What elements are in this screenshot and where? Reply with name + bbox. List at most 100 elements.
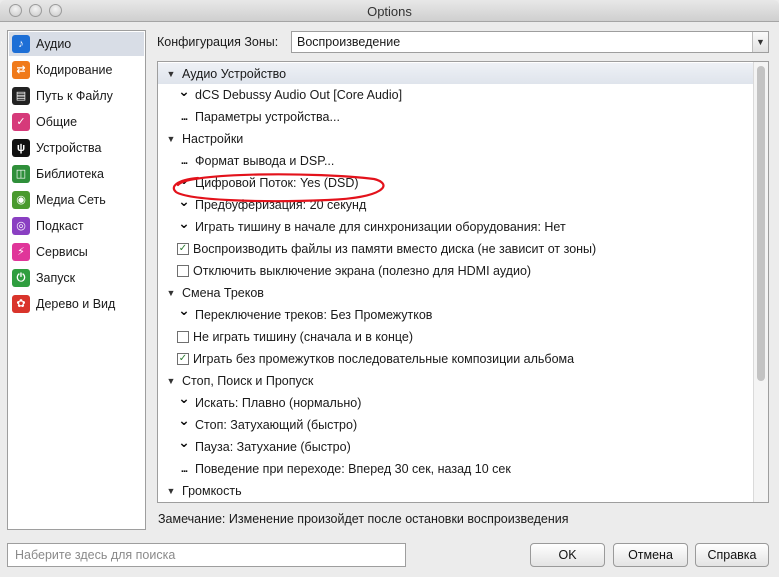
sidebar-item-label: Медиа Сеть (36, 193, 106, 207)
settings-row-label: Аудио Устройство (182, 66, 287, 81)
settings-row[interactable]: ⌄ Переключение треков: Без Промежутков (177, 302, 433, 325)
library-icon: ◫ (12, 165, 30, 183)
file-path-icon: ▤ (12, 87, 30, 105)
sidebar-item[interactable]: ✓ Общие (9, 110, 144, 134)
zone-config-value: Воспроизведение (297, 35, 401, 49)
collapse-caret-icon: ▼ (166, 485, 176, 496)
collapse-caret-icon: ▼ (166, 134, 176, 145)
tree-view-icon: ✿ (12, 295, 30, 313)
usb-icon: ψ (12, 139, 30, 157)
sidebar-item-label: Запуск (36, 271, 76, 285)
settings-panel: ▼ Аудио Устройство ⌄ dCS Debussy Audio Out … (157, 61, 769, 503)
settings-row-label: Воспроизводить файлы из памяти вместо ди… (193, 242, 597, 257)
settings-row-label: Настройки (182, 132, 244, 147)
settings-row[interactable]: Не играть тишину (сначала и в конце) (177, 326, 413, 347)
settings-row[interactable]: ⌄ dCS Debussy Audio Out [Core Audio] (177, 82, 403, 106)
sidebar-item[interactable]: ♪ Аудио (9, 32, 144, 56)
settings-row[interactable]: ⌄ Стоп: Затухающий (быстро) (177, 412, 358, 435)
settings-row-label: Отключить выключение экрана (полезно для… (193, 264, 532, 279)
cancel-button[interactable]: Отмена (613, 543, 688, 567)
convert-arrows-icon: ⇄ (12, 61, 30, 79)
settings-row[interactable]: ... Параметры устройства... (177, 107, 340, 128)
sidebar-item-label: Сервисы (36, 245, 88, 259)
settings-row-label: Громкость (182, 483, 242, 498)
sidebar: ♪ Аудио ⇄ Кодирование ▤ Путь к Файлу ✓ Общие ψ Ус… (7, 30, 146, 530)
settings-row[interactable]: ... Формат вывода и DSP... (177, 151, 334, 172)
checkbox-icon: ✓ (12, 113, 30, 131)
vertical-scrollbar[interactable] (753, 62, 768, 502)
ok-button[interactable]: OK (530, 543, 605, 567)
settings-row-label: Играть тишину в начале для синхронизации… (195, 220, 566, 235)
settings-row[interactable]: Отключить выключение экрана (полезно для… (177, 261, 531, 282)
sidebar-item-label: Кодирование (36, 63, 113, 77)
power-icon: ⏻ (12, 269, 30, 287)
settings-row-label: Смена Треков (182, 286, 264, 300)
settings-row-label: Параметры устройства... (195, 110, 340, 125)
chevron-down-icon[interactable]: ▼ (752, 32, 768, 52)
ellipsis-icon: ... (180, 462, 188, 475)
chevron-down-icon: ⌄ (178, 214, 190, 231)
ellipsis-icon: ... (180, 111, 188, 124)
collapse-caret-icon: ▼ (166, 68, 176, 79)
sidebar-item[interactable]: ψ Устройства (9, 136, 144, 160)
sidebar-item[interactable]: ⏻ Запуск (9, 266, 144, 290)
settings-row[interactable]: ✓ Играть без промежутков последовательные… (177, 348, 574, 369)
settings-row[interactable]: ... Поведение при переходе: Вперед 30 сек… (177, 458, 511, 479)
settings-row-label: Пауза: Затухание (быстро) (195, 439, 351, 454)
sidebar-item[interactable]: ◫ Библиотека (9, 162, 144, 186)
podcast-icon: ◎ (12, 217, 30, 235)
settings-section-header[interactable]: ▼ Громкость (158, 480, 753, 501)
settings-row-label: dCS Debussy Audio Out [Core Audio] (195, 88, 403, 103)
sidebar-item-label: Устройства (36, 141, 102, 155)
sidebar-item[interactable]: ⚡ Сервисы (9, 240, 144, 264)
settings-section-header[interactable]: ▼ Стоп, Поиск и Пропуск (158, 370, 753, 391)
music-note-icon: ♪ (12, 35, 30, 53)
settings-row[interactable]: ⌄ Искать: Плавно (нормально) (177, 390, 362, 413)
sidebar-item[interactable]: ◉ Медиа Сеть (9, 188, 144, 212)
settings-row-label: Стоп, Поиск и Пропуск (182, 373, 314, 388)
chevron-down-icon: ⌄ (178, 82, 190, 99)
plug-icon: ⚡ (12, 243, 30, 261)
sidebar-item[interactable]: ✿ Дерево и Вид (9, 292, 144, 316)
scrollbar-thumb[interactable] (757, 66, 765, 381)
collapse-caret-icon: ▼ (166, 288, 176, 298)
settings-section-header[interactable]: ▼ Настройки (158, 129, 753, 150)
help-button[interactable]: Справка (695, 543, 769, 567)
zone-config-label: Конфигурация Зоны: (157, 35, 279, 49)
change-note: Замечание: Изменение произойдет после ос… (158, 512, 569, 526)
sidebar-item-label: Аудио (36, 37, 72, 51)
chevron-down-icon: ⌄ (178, 412, 190, 429)
title-bar: Options (0, 0, 779, 22)
settings-row[interactable]: ⌄ Пауза: Затухание (быстро) (177, 434, 351, 457)
settings-row-label: Играть без промежутков последовательные … (193, 351, 575, 366)
search-input[interactable] (7, 543, 406, 567)
window-title: Options (367, 4, 412, 19)
sidebar-item-label: Путь к Файлу (36, 89, 113, 103)
ellipsis-icon: ... (180, 155, 188, 168)
settings-row-label: Стоп: Затухающий (быстро) (195, 417, 358, 432)
zone-config-select[interactable]: Воспроизведение ▼ (291, 31, 769, 53)
chevron-down-icon: ⌄ (178, 390, 190, 407)
sidebar-item[interactable]: ▤ Путь к Файлу (9, 84, 144, 108)
checkbox-checked-icon: ✓ (177, 243, 189, 256)
sidebar-item[interactable]: ⇄ Кодирование (9, 58, 144, 82)
media-network-icon: ◉ (12, 191, 30, 209)
settings-row-label: Не играть тишину (сначала и в конце) (193, 329, 414, 344)
settings-row-label: Формат вывода и DSP... (195, 154, 335, 169)
sidebar-item[interactable]: ◎ Подкаст (9, 214, 144, 238)
settings-row-label: Искать: Плавно (нормально) (195, 395, 362, 410)
red-annotation-circle-icon (172, 173, 385, 203)
chevron-down-icon: ⌄ (178, 302, 190, 319)
settings-section-header[interactable]: ▼ Аудио Устройство (158, 63, 753, 84)
settings-section-header[interactable]: ▼ Смена Треков (158, 283, 753, 304)
settings-row-label: Переключение треков: Без Промежутков (195, 307, 433, 322)
checkbox-unchecked-icon (177, 330, 189, 343)
checkbox-unchecked-icon (177, 265, 189, 278)
checkbox-checked-icon: ✓ (177, 352, 189, 365)
settings-row[interactable]: ⌄ Играть тишину в начале для синхронизаци… (177, 214, 566, 238)
sidebar-item-label: Библиотека (36, 167, 104, 181)
settings-row-label: Поведение при переходе: Вперед 30 сек, н… (195, 461, 511, 476)
settings-row[interactable]: ✓ Воспроизводить файлы из памяти вместо д… (177, 239, 596, 260)
collapse-caret-icon: ▼ (166, 375, 176, 386)
sidebar-item-label: Подкаст (36, 219, 84, 233)
